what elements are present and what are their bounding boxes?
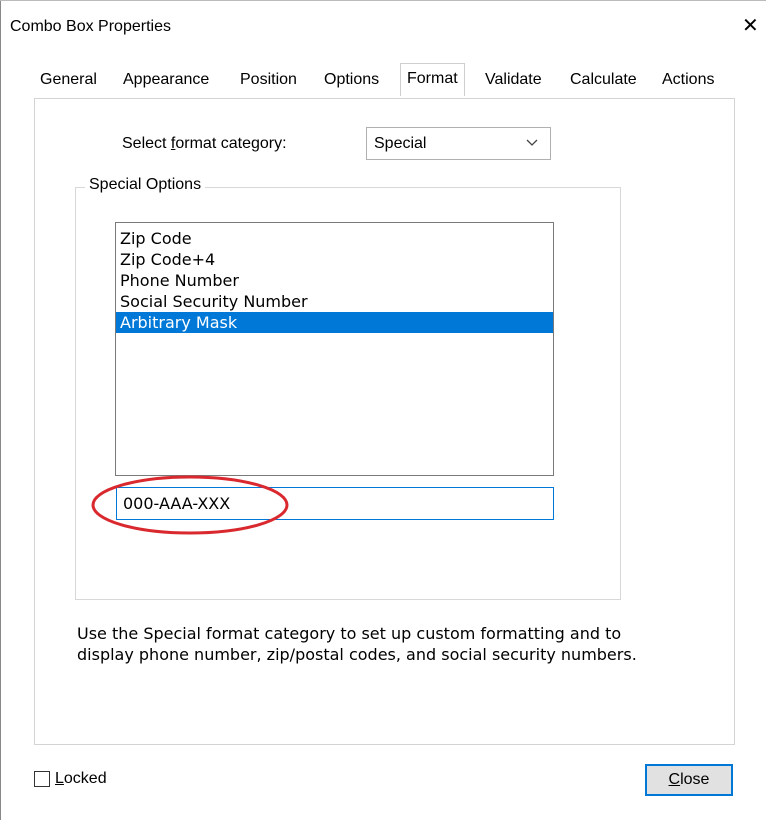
- tab-format[interactable]: Format: [400, 63, 465, 96]
- list-item-zip-code-4[interactable]: Zip Code+4: [116, 249, 553, 270]
- title-bar: Combo Box Properties ✕: [0, 0, 766, 58]
- special-options-listbox[interactable]: Zip Code Zip Code+4 Phone Number Social …: [115, 222, 554, 476]
- tab-actions[interactable]: Actions: [662, 71, 714, 89]
- list-item-arbitrary-mask[interactable]: Arbitrary Mask: [116, 312, 553, 333]
- tab-validate[interactable]: Validate: [485, 71, 542, 89]
- window-border: [0, 0, 1, 820]
- tab-calculate[interactable]: Calculate: [570, 71, 637, 89]
- dialog-title: Combo Box Properties: [10, 18, 171, 35]
- list-item-social-security-number[interactable]: Social Security Number: [116, 291, 553, 312]
- locked-label: Locked: [55, 770, 107, 787]
- close-button[interactable]: Close: [645, 764, 733, 796]
- format-description: Use the Special format category to set u…: [77, 624, 637, 664]
- format-category-select[interactable]: Special: [366, 127, 551, 160]
- tab-position[interactable]: Position: [240, 71, 297, 89]
- combo-box-properties-dialog: Combo Box Properties ✕ General Appearanc…: [0, 0, 766, 820]
- special-options-legend: Special Options: [85, 176, 206, 194]
- tab-appearance[interactable]: Appearance: [123, 71, 209, 89]
- tab-options[interactable]: Options: [324, 71, 379, 89]
- tab-strip: General Appearance Position Options Form…: [33, 63, 733, 99]
- checkbox-box[interactable]: [34, 771, 50, 787]
- list-item-zip-code[interactable]: Zip Code: [116, 228, 553, 249]
- list-item-phone-number[interactable]: Phone Number: [116, 270, 553, 291]
- chevron-down-icon: [526, 139, 538, 146]
- close-icon[interactable]: ✕: [742, 16, 759, 36]
- format-category-value: Special: [374, 135, 427, 152]
- format-category-label: Select format category:: [122, 135, 287, 152]
- arbitrary-mask-input[interactable]: [116, 487, 554, 520]
- tab-general[interactable]: General: [40, 71, 97, 89]
